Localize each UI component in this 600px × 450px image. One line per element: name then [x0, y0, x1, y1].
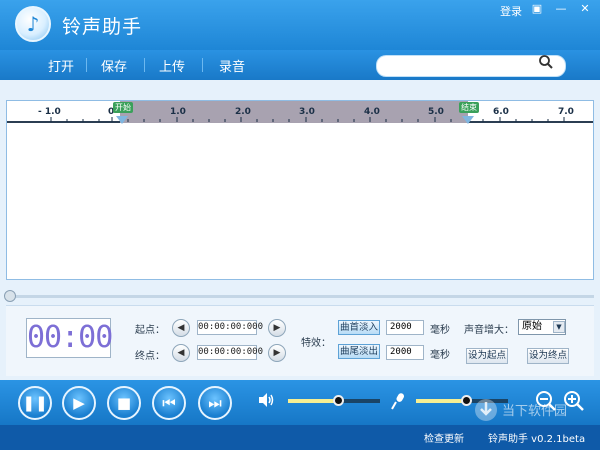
ms-unit-label: 毫秒: [430, 325, 450, 336]
volume-boost-label: 声音增大：: [464, 325, 514, 336]
start-marker[interactable]: 开始: [113, 102, 133, 113]
minimize-icon[interactable]: —: [552, 2, 570, 16]
close-icon[interactable]: ✕: [576, 2, 594, 16]
fade-out-ms-field[interactable]: 2000: [386, 345, 424, 360]
menu-open[interactable]: 打开: [48, 56, 74, 75]
menu-divider: [202, 58, 203, 72]
tick-label: 3.0: [299, 107, 315, 117]
fade-in-button[interactable]: 曲首淡入: [338, 320, 380, 335]
end-marker[interactable]: 结束: [459, 102, 479, 113]
set-end-button[interactable]: 设为终点: [527, 348, 569, 364]
time-display: 00:00: [26, 318, 113, 358]
tick-label: 5.0: [428, 107, 444, 117]
start-point-label: 起点：: [135, 325, 165, 336]
menu-divider: [144, 58, 145, 72]
app-title: 铃声助手: [62, 16, 143, 38]
volume-slider-fill: [288, 399, 338, 403]
horizontal-scrollbar[interactable]: [6, 295, 594, 298]
mic-slider-fill: [416, 399, 466, 403]
tick-label: 6.0: [493, 107, 509, 117]
music-note-logo-icon: ♪: [15, 6, 51, 42]
end-marker-handle-icon[interactable]: [462, 116, 474, 124]
stop-button[interactable]: ■: [107, 386, 141, 420]
end-next-button[interactable]: ▶: [268, 344, 286, 362]
end-prev-button[interactable]: ◀: [172, 344, 190, 362]
fade-in-ms-field[interactable]: 2000: [386, 320, 424, 335]
menu-record[interactable]: 录音: [219, 56, 245, 75]
next-button[interactable]: ⏭: [198, 386, 232, 420]
volume-slider-track[interactable]: [338, 399, 380, 403]
start-time-field[interactable]: 00:00:00:000: [197, 320, 263, 335]
zoom-in-icon[interactable]: [563, 390, 585, 412]
menu-save[interactable]: 保存: [101, 56, 127, 75]
volume-slider-knob[interactable]: [333, 395, 344, 406]
login-link[interactable]: 登录: [500, 3, 522, 19]
previous-button[interactable]: ⏮: [152, 386, 186, 420]
start-next-button[interactable]: ▶: [268, 319, 286, 337]
tick-label: 2.0: [235, 107, 251, 117]
end-point-label: 终点：: [135, 351, 165, 362]
pause-button[interactable]: ❚❚: [18, 386, 52, 420]
version-text: 铃声助手 v0.2.1beta: [488, 434, 586, 445]
waveform-panel[interactable]: [6, 100, 594, 280]
zoom-out-icon[interactable]: [535, 390, 557, 412]
mic-slider-knob[interactable]: [461, 395, 472, 406]
search-icon[interactable]: [538, 54, 554, 74]
window-settings-icon[interactable]: ▣: [528, 2, 546, 16]
fade-out-button[interactable]: 曲尾淡出: [338, 344, 380, 359]
tick-label: 4.0: [364, 107, 380, 117]
set-start-button[interactable]: 设为起点: [466, 348, 508, 364]
start-marker-handle-icon[interactable]: [116, 116, 128, 124]
microphone-icon[interactable]: [391, 392, 405, 414]
ms-unit-label: 毫秒: [430, 350, 450, 361]
menu-upload[interactable]: 上传: [159, 56, 185, 75]
speaker-icon[interactable]: [257, 392, 275, 412]
play-button[interactable]: ▶: [62, 386, 96, 420]
tick-label: - 1.0: [38, 107, 61, 117]
chevron-down-icon[interactable]: ▼: [553, 321, 565, 333]
check-update-link[interactable]: 检查更新: [424, 430, 464, 445]
menu-divider: [86, 58, 87, 72]
effects-label: 特效：: [301, 338, 331, 349]
end-time-field[interactable]: 00:00:00:000: [197, 345, 263, 360]
tick-label: 7.0: [558, 107, 574, 117]
start-prev-button[interactable]: ◀: [172, 319, 190, 337]
tick-label: 1.0: [170, 107, 186, 117]
scroll-thumb[interactable]: [4, 290, 16, 302]
